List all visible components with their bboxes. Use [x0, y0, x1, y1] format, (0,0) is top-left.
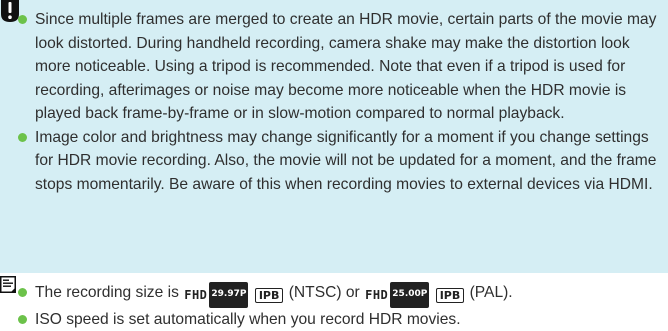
- bullet-icon: [18, 15, 27, 24]
- manual-page: Since multiple frames are merged to crea…: [0, 0, 668, 330]
- note-list: The recording size is FHD29.97P IPB (NTS…: [18, 281, 658, 331]
- caution-item-text: Image color and brightness may change si…: [35, 126, 658, 197]
- note-item-text: The recording size is FHD29.97P IPB (NTS…: [35, 281, 658, 308]
- ipb-icon: IPB: [255, 288, 284, 303]
- bullet-icon: [18, 315, 27, 324]
- bullet-icon: [18, 288, 27, 297]
- note-item: ISO speed is set automatically when you …: [18, 308, 658, 331]
- ipb-icon: IPB: [436, 288, 465, 303]
- note-item: The recording size is FHD29.97P IPB (NTS…: [18, 281, 658, 308]
- pal-label: (PAL).: [470, 284, 513, 301]
- caution-item-text: Since multiple frames are merged to crea…: [35, 8, 658, 126]
- frame-rate-icon: 29.97P: [209, 282, 248, 308]
- note-icon: [0, 276, 16, 293]
- caution-item: Since multiple frames are merged to crea…: [18, 8, 658, 126]
- recording-size-prefix: The recording size is: [35, 284, 179, 301]
- note-block: The recording size is FHD29.97P IPB (NTS…: [0, 273, 668, 330]
- caution-icon: [0, 0, 20, 26]
- caution-block: Since multiple frames are merged to crea…: [0, 0, 668, 273]
- fhd-icon: FHD: [365, 284, 388, 308]
- ntsc-label: (NTSC) or: [289, 284, 360, 301]
- fhd-icon: FHD: [184, 284, 207, 308]
- caution-list: Since multiple frames are merged to crea…: [18, 8, 658, 196]
- caution-item: Image color and brightness may change si…: [18, 126, 658, 197]
- frame-rate-icon: 25.00P: [390, 282, 429, 308]
- note-item-text: ISO speed is set automatically when you …: [35, 308, 658, 331]
- bullet-icon: [18, 133, 27, 142]
